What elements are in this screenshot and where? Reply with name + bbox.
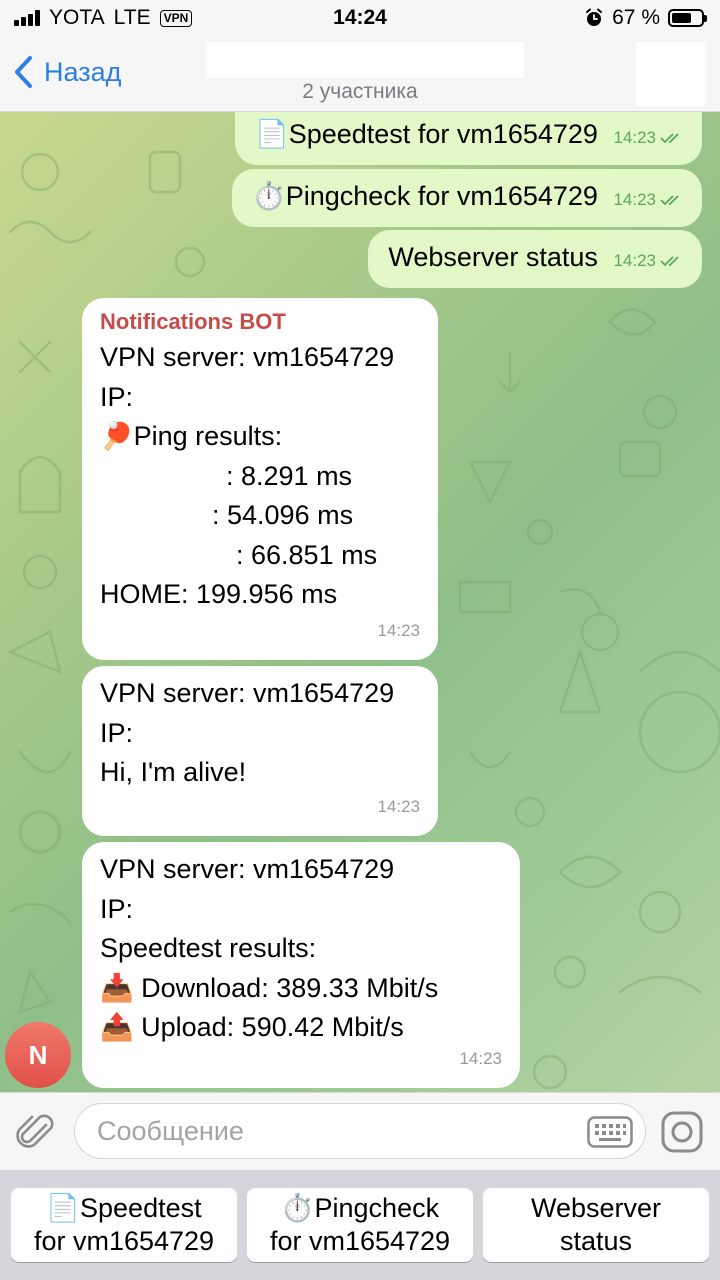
speedtest-button[interactable]: 📄Speedtest for vm1654729 <box>11 1188 237 1262</box>
status-bar: YOTA LTE VPN 14:24 67 % <box>0 0 720 36</box>
paperclip-icon[interactable] <box>16 1111 56 1153</box>
message-emoji: ⏱️ <box>252 181 286 211</box>
message-input-wrapper <box>74 1103 646 1159</box>
message-line: : 54.096 ms <box>212 500 354 530</box>
message-time: 14:23 <box>613 251 656 270</box>
pingcheck-button[interactable]: ⏱️Pingcheck for vm1654729 <box>247 1188 473 1262</box>
outgoing-message[interactable]: Webserver status 14:23 <box>368 230 702 288</box>
outgoing-message[interactable]: ⏱️Pingcheck for vm1654729 14:23 <box>232 169 702 227</box>
battery-percent: 67 % <box>612 6 660 29</box>
webserver-status-button[interactable]: Webserver status <box>483 1188 709 1262</box>
message-line: : 8.291 ms <box>226 460 353 491</box>
message-line: HOME: 199.956 ms <box>100 579 338 609</box>
message-time: 14:23 <box>377 796 420 816</box>
message-meta: 14:23 <box>613 182 684 218</box>
incoming-message[interactable]: Notifications BOT VPN server: vm1654729 … <box>82 298 438 660</box>
message-line: Speedtest results: <box>100 933 317 963</box>
message-line: 📥 Download: 389.33 Mbit/s <box>100 972 439 1003</box>
incoming-message[interactable]: VPN server: vm1654729 IP: Hi, I'm alive!… <box>82 666 438 836</box>
message-line: 🏓Ping results: <box>100 421 283 451</box>
message-line: 📤 Upload: 590.42 Mbit/s <box>100 1012 404 1042</box>
button-label-line1: ⏱️Pingcheck <box>280 1193 440 1223</box>
battery-level <box>672 13 691 23</box>
message-time: 14:23 <box>459 1048 502 1068</box>
button-label-line2: for vm1654729 <box>269 1226 451 1256</box>
button-label-line1: Webserver <box>530 1193 662 1223</box>
message-input[interactable] <box>75 1104 565 1158</box>
keyboard-icon[interactable] <box>587 1116 633 1148</box>
message-text: Speedtest for vm1654729 <box>288 119 598 149</box>
message-line: : 66.851 ms <box>236 539 378 570</box>
message-composer <box>0 1092 720 1170</box>
button-label-line2: for vm1654729 <box>33 1226 215 1256</box>
chat-title[interactable] <box>206 42 524 78</box>
sender-avatar[interactable]: N <box>5 1022 71 1088</box>
message-line: VPN server: vm1654729 <box>100 678 395 708</box>
message-text: Pingcheck for vm1654729 <box>285 181 598 211</box>
message-line: VPN server: vm1654729 <box>100 342 395 372</box>
battery-icon <box>668 9 707 27</box>
chat-header: Назад 2 участника <box>0 36 720 112</box>
message-line: IP: <box>100 893 134 924</box>
message-line: Hi, I'm alive! <box>100 757 247 787</box>
camera-icon[interactable] <box>660 1110 704 1154</box>
bot-reply-keyboard: 📄Speedtest for vm1654729 ⏱️Pingcheck for… <box>0 1170 720 1280</box>
sender-name: Notifications BOT <box>100 309 286 334</box>
button-label-line2: status <box>559 1226 633 1256</box>
chat-avatar[interactable] <box>636 42 706 106</box>
message-line: IP: <box>100 381 134 412</box>
chat-area[interactable]: 📄Speedtest for vm1654729 14:23 ⏱️Pingche… <box>0 112 720 1092</box>
outgoing-message[interactable]: 📄Speedtest for vm1654729 14:23 <box>235 112 702 165</box>
button-label-line1: 📄Speedtest <box>46 1193 202 1223</box>
message-time: 14:23 <box>377 620 420 640</box>
message-meta: 14:23 <box>613 120 684 156</box>
status-right: 67 % <box>584 6 707 30</box>
double-check-icon <box>660 195 679 206</box>
message-meta: 14:23 <box>613 243 684 279</box>
message-time: 14:23 <box>613 128 656 147</box>
double-check-icon <box>660 133 679 144</box>
message-line: VPN server: vm1654729 <box>100 854 395 884</box>
incoming-message[interactable]: VPN server: vm1654729 IP: Speedtest resu… <box>82 842 520 1088</box>
message-text: Webserver status <box>388 242 598 272</box>
message-time: 14:23 <box>613 190 656 209</box>
double-check-icon <box>660 256 679 267</box>
message-line: IP: <box>100 717 134 748</box>
message-emoji: 📄 <box>255 119 289 149</box>
alarm-icon <box>586 8 603 26</box>
chat-subtitle: 2 участника <box>302 80 418 103</box>
